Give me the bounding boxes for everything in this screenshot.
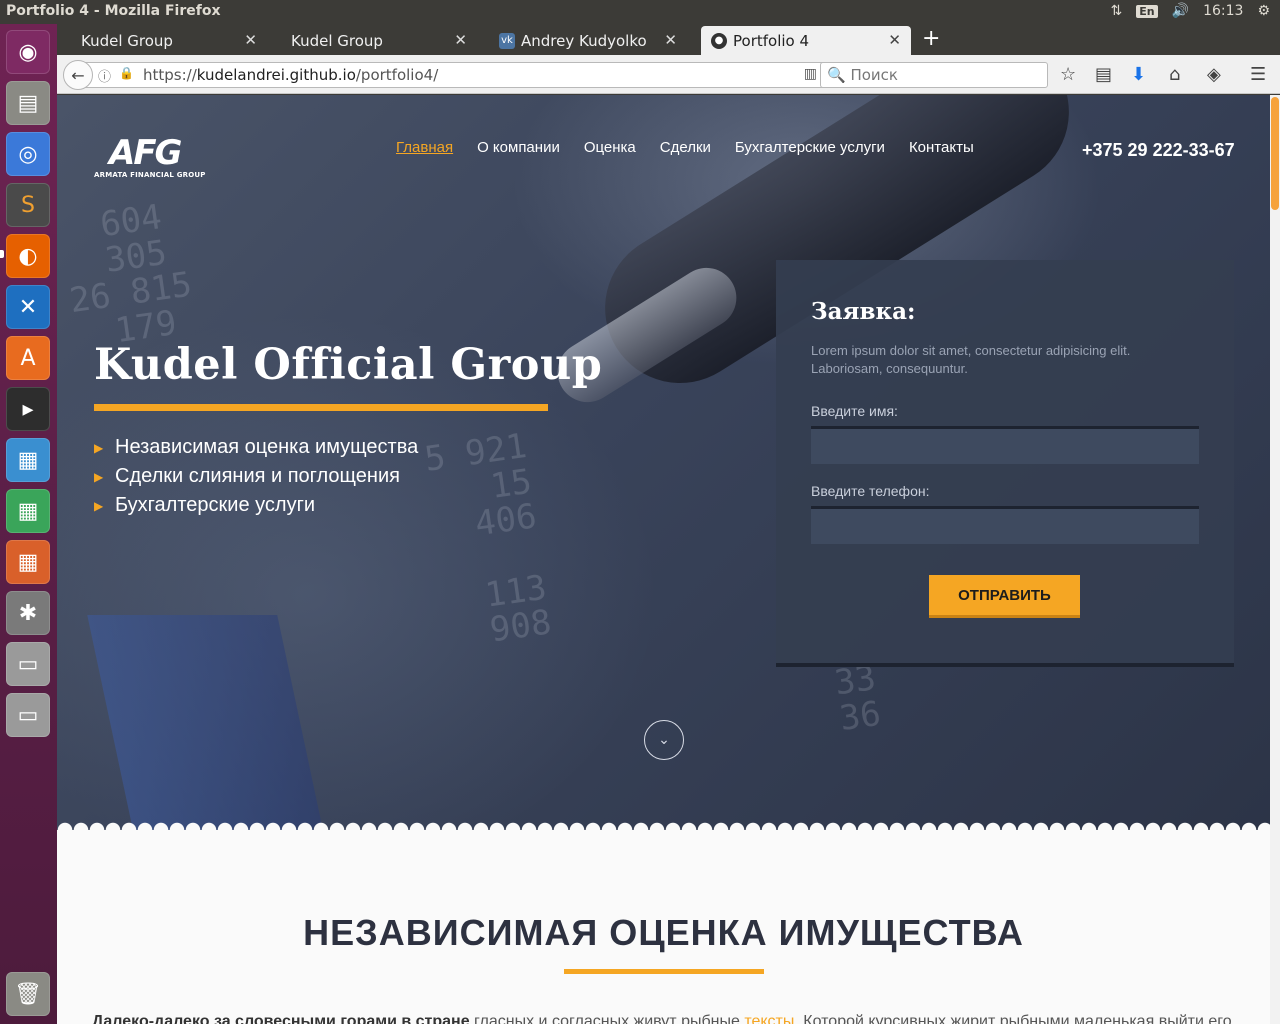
hero-underline: [94, 404, 548, 411]
active-app-indicator: [0, 250, 4, 258]
wavy-divider: [57, 820, 1270, 830]
vk-icon: vk: [499, 32, 515, 49]
bookmark-star-icon[interactable]: ☆: [1060, 64, 1076, 85]
pocket-icon[interactable]: ◈: [1207, 64, 1221, 85]
info-icon[interactable]: ⓘ: [98, 66, 111, 85]
scroll-down-button[interactable]: ⌄: [644, 720, 684, 760]
phone-number[interactable]: +375 29 222-33-67: [1082, 140, 1235, 161]
hero-list: ▶ Независимая оценка имущества ▶ Сделки сл…: [94, 433, 418, 520]
tab-label: Kudel Group: [81, 31, 173, 50]
menu-icon[interactable]: ☰: [1250, 64, 1266, 85]
keyboard-layout[interactable]: En: [1136, 4, 1158, 18]
top-panel: Portfolio 4 - Mozilla Firefox ⇅ En 🔊 16:…: [0, 0, 1280, 24]
settings-icon[interactable]: ✱: [6, 591, 50, 635]
list-item: ▶ Бухгалтерские услуги: [94, 494, 316, 516]
tab[interactable]: Kudel Group ✕: [267, 26, 477, 55]
nav-link-valuation[interactable]: Оценка: [584, 139, 636, 156]
network-icon[interactable]: ⇅: [1111, 3, 1123, 19]
new-tab-button[interactable]: +: [922, 26, 940, 51]
name-field[interactable]: [811, 426, 1199, 464]
firefox-icon[interactable]: ◐: [6, 234, 50, 278]
github-icon: ●: [711, 32, 727, 49]
background-numbers: 5 921 15 406 113 908: [422, 425, 554, 657]
vscode-icon[interactable]: ✕: [6, 285, 50, 329]
url-text[interactable]: https://kudelandrei.github.io/portfolio4…: [143, 66, 438, 84]
hero-section: 604 305 26 815 179 5 921 15 406 113 908 …: [57, 95, 1270, 830]
clock[interactable]: 16:13: [1203, 3, 1243, 19]
site-logo[interactable]: AFG ARMATA FINANCIAL GROUP: [94, 133, 206, 179]
power-icon[interactable]: ⚙: [1257, 3, 1270, 19]
calc-icon[interactable]: ▦: [6, 489, 50, 533]
name-label: Введите имя:: [811, 403, 898, 419]
arrow-right-icon: ▶: [94, 498, 104, 513]
tab-label: Portfolio 4: [733, 31, 810, 50]
files-icon[interactable]: ▤: [6, 81, 50, 125]
home-icon[interactable]: ⌂: [1169, 64, 1180, 85]
list-item: ▶ Сделки слияния и поглощения: [94, 465, 400, 487]
nav-link-about[interactable]: О компании: [477, 139, 560, 156]
url-bar[interactable]: ⓘ 🔒 https://kudelandrei.github.io/portfo…: [85, 62, 866, 88]
text-link[interactable]: тексты: [744, 1013, 794, 1024]
page-viewport: 604 305 26 815 179 5 921 15 406 113 908 …: [57, 95, 1280, 1024]
software-center-icon[interactable]: A: [6, 336, 50, 380]
request-form: Заявка: Lorem ipsum dolor sit amet, cons…: [776, 260, 1234, 667]
drive-icon[interactable]: ▭: [6, 693, 50, 737]
tab[interactable]: Kudel Group ✕: [57, 26, 267, 55]
back-button[interactable]: ←: [63, 60, 93, 90]
window-title: Portfolio 4 - Mozilla Firefox: [6, 3, 221, 19]
library-icon[interactable]: ▤: [1095, 64, 1112, 85]
impress-icon[interactable]: ▦: [6, 540, 50, 584]
writer-icon[interactable]: ▦: [6, 438, 50, 482]
close-icon[interactable]: ✕: [244, 31, 257, 49]
phone-label: Введите телефон:: [811, 483, 930, 499]
tab-bar: Kudel Group ✕ Kudel Group ✕ vk Andrey Ku…: [57, 24, 1280, 55]
scrollbar[interactable]: [1270, 95, 1280, 1024]
trash-icon[interactable]: 🗑: [6, 972, 50, 1016]
close-icon[interactable]: ✕: [454, 31, 467, 49]
chromium-icon[interactable]: ◎: [6, 132, 50, 176]
form-description: Lorem ipsum dolor sit amet, consectetur …: [811, 343, 1131, 376]
tab-label: Andrey Kudyolko: [521, 31, 647, 50]
drive-icon[interactable]: ▭: [6, 642, 50, 686]
scrollbar-thumb[interactable]: [1271, 97, 1279, 210]
background-numbers: 33 36: [811, 658, 884, 742]
sublime-text-icon[interactable]: S: [6, 183, 50, 227]
background-numbers: 604 305 26 815 179: [57, 197, 195, 357]
lock-icon: 🔒: [119, 66, 134, 80]
submit-button[interactable]: ОТПРАВИТЬ: [929, 575, 1080, 618]
launcher: ◉ ▤ ◎ S ◐ ✕ A ▸ ▦ ▦ ▦ ✱ ▭ ▭ 🗑: [0, 24, 57, 1024]
close-icon[interactable]: ✕: [664, 31, 677, 49]
system-tray: ⇅ En 🔊 16:13 ⚙: [1111, 3, 1270, 19]
nav-link-contacts[interactable]: Контакты: [909, 139, 974, 156]
site-nav: Главная О компании Оценка Сделки Бухгалт…: [396, 139, 974, 156]
dash-icon[interactable]: ◉: [6, 30, 50, 74]
reader-view-icon[interactable]: ▥: [804, 66, 817, 82]
nav-link-home[interactable]: Главная: [396, 139, 453, 156]
volume-icon[interactable]: 🔊: [1172, 3, 1189, 19]
arrow-right-icon: ▶: [94, 440, 104, 455]
phone-field[interactable]: [811, 506, 1199, 544]
section-underline: [564, 969, 764, 974]
arrow-right-icon: ▶: [94, 469, 104, 484]
tab[interactable]: vk Andrey Kudyolko ✕: [477, 26, 687, 55]
list-item: ▶ Независимая оценка имущества: [94, 436, 419, 458]
chart-bar-image: [87, 615, 337, 830]
nav-link-accounting[interactable]: Бухгалтерские услуги: [735, 139, 885, 156]
section-text: Далеко-далеко за словесными горами в стр…: [92, 1013, 1262, 1024]
tab-active[interactable]: ● Portfolio 4 ✕: [701, 26, 911, 55]
form-title: Заявка:: [811, 298, 916, 325]
hero-title: Kudel Official Group: [94, 340, 603, 390]
nav-link-deals[interactable]: Сделки: [660, 139, 711, 156]
search-input[interactable]: 🔍 Поиск: [820, 62, 1048, 88]
tab-label: Kudel Group: [291, 31, 383, 50]
download-icon[interactable]: ⬇: [1131, 64, 1146, 85]
section-title: НЕЗАВИСИМАЯ ОЦЕНКА ИМУЩЕСТВА: [303, 912, 1024, 953]
close-icon[interactable]: ✕: [888, 31, 901, 49]
terminal-icon[interactable]: ▸: [6, 387, 50, 431]
nav-bar: ⓘ 🔒 https://kudelandrei.github.io/portfo…: [57, 55, 1280, 94]
